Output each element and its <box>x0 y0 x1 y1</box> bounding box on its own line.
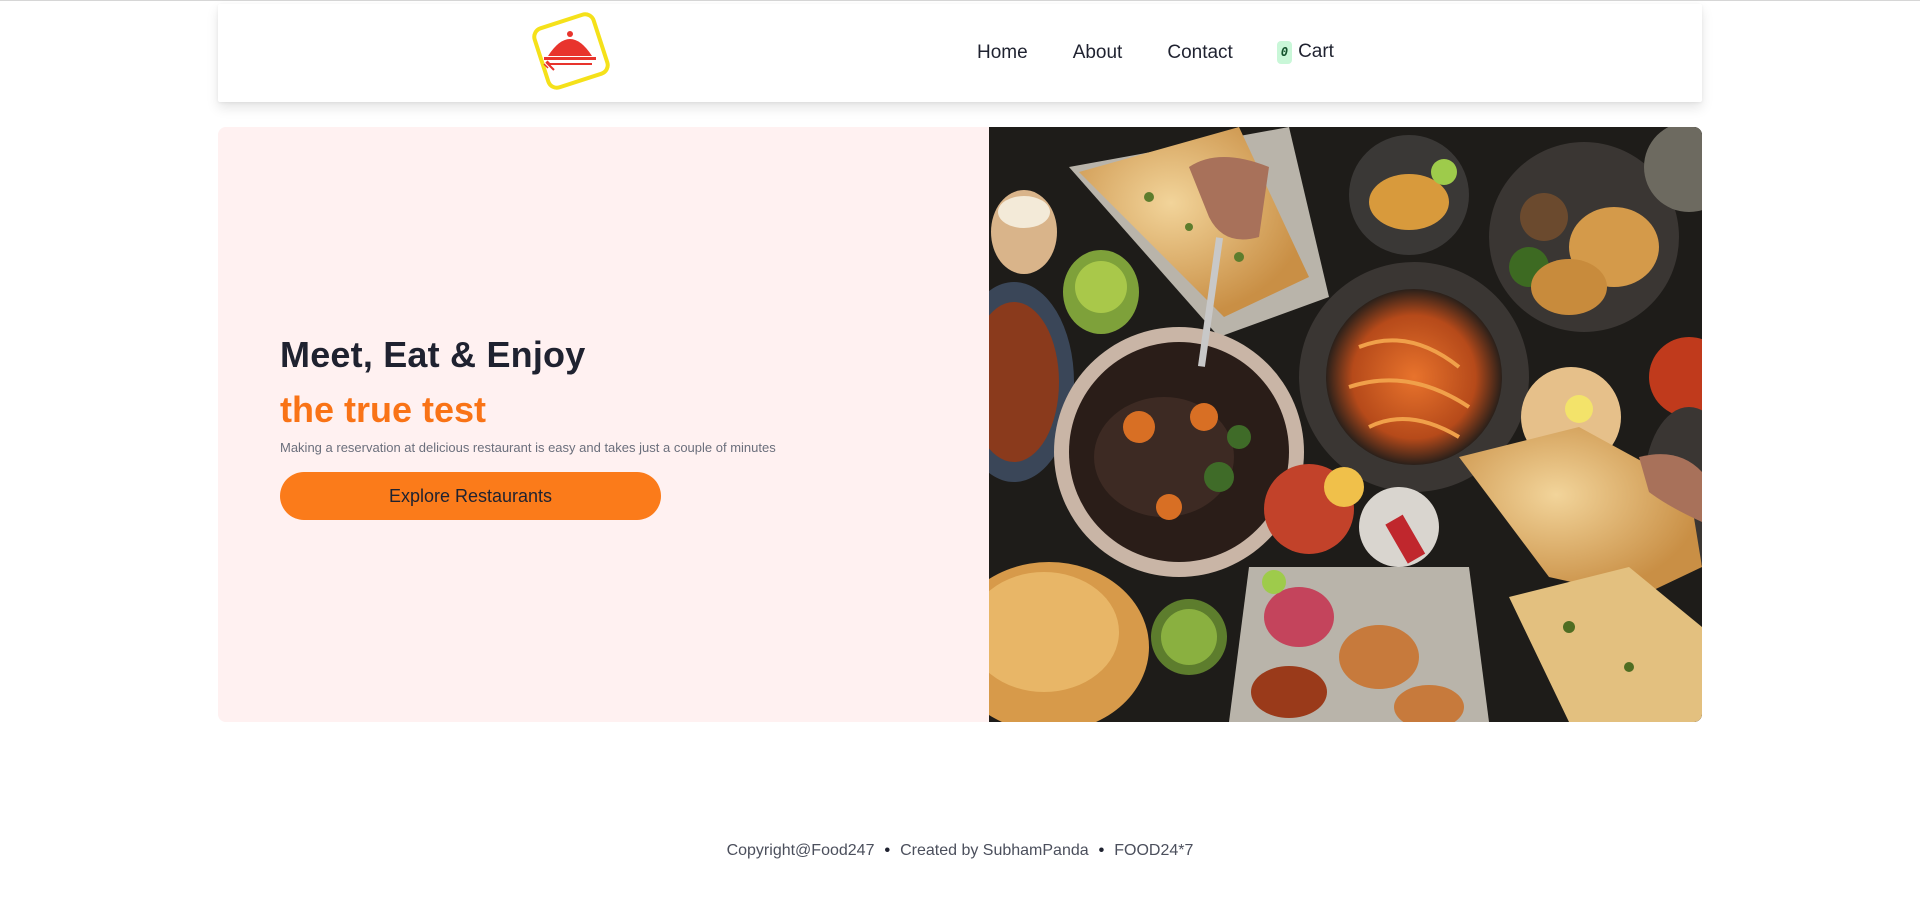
cart-count-badge: 0 <box>1276 40 1293 64</box>
footer-separator: • <box>884 842 891 859</box>
footer-author: Created by SubhamPanda <box>900 842 1089 859</box>
hero-title: Meet, Eat & Enjoy <box>280 334 586 375</box>
main-nav: Home About Contact 0 Cart <box>977 4 1334 102</box>
footer-separator: • <box>1098 842 1105 859</box>
hero-description: Making a reservation at delicious restau… <box>280 440 776 455</box>
hero-text-panel: Meet, Eat & Enjoy the true test Making a… <box>218 127 989 722</box>
cart-label: Cart <box>1298 41 1334 62</box>
nav-link-home[interactable]: Home <box>977 42 1028 64</box>
hero-section: Meet, Eat & Enjoy the true test Making a… <box>218 127 1702 722</box>
cart-button[interactable]: 0 Cart <box>1276 40 1334 64</box>
explore-restaurants-button[interactable]: Explore Restaurants <box>280 472 661 520</box>
hero-food-image <box>989 127 1702 722</box>
site-footer: Copyright@Food247 • Created by SubhamPanda… <box>0 842 1920 860</box>
site-header: Home About Contact 0 Cart <box>218 4 1702 102</box>
footer-brand: FOOD24*7 <box>1114 842 1194 859</box>
nav-link-contact[interactable]: Contact <box>1167 42 1232 64</box>
food-dome-logo-icon[interactable] <box>526 12 614 94</box>
hero-subtitle: the true test <box>280 389 487 430</box>
page: Home About Contact 0 Cart Meet, Eat & En… <box>0 0 1920 908</box>
top-border <box>0 0 1920 1</box>
footer-copyright: Copyright@Food247 <box>726 842 875 859</box>
nav-link-about[interactable]: About <box>1073 42 1123 64</box>
